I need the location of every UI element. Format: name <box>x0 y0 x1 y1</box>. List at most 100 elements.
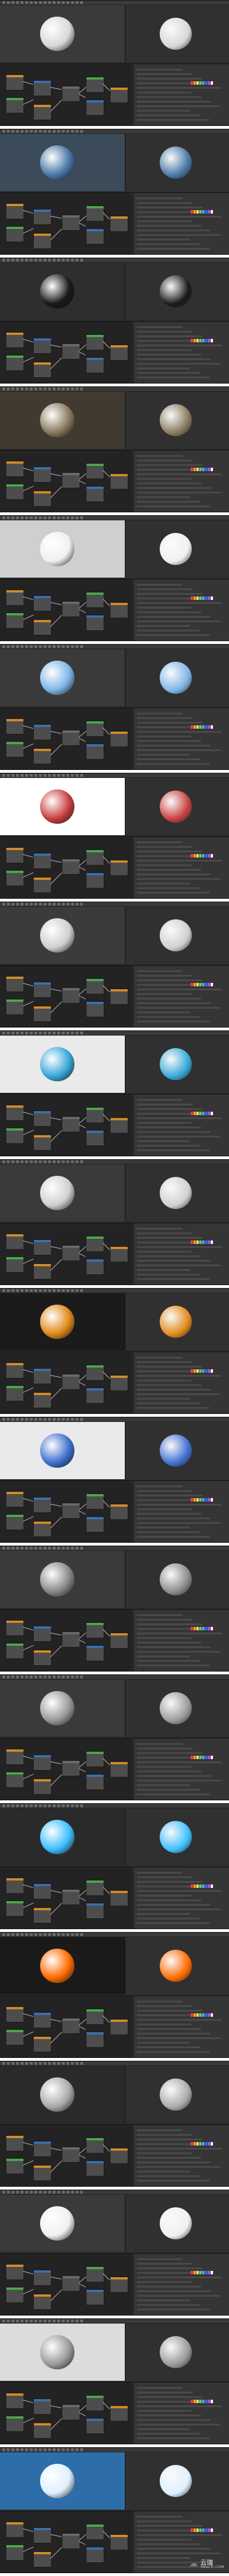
attribute-row[interactable] <box>137 2042 190 2044</box>
color-swatch[interactable] <box>199 2271 202 2274</box>
toolbar-icon[interactable] <box>7 2062 10 2065</box>
attribute-row[interactable] <box>137 105 220 107</box>
toolbar-icon[interactable] <box>62 1804 65 1807</box>
shader-node[interactable] <box>110 989 128 1005</box>
attribute-row[interactable] <box>137 1651 220 1653</box>
toolbar-icon[interactable] <box>53 1418 56 1421</box>
attribute-row[interactable] <box>137 110 190 112</box>
node-header[interactable] <box>34 1908 51 1910</box>
node-header[interactable] <box>6 75 23 77</box>
attribute-row[interactable] <box>137 975 192 977</box>
attribute-row[interactable] <box>137 607 191 609</box>
toolbar-icon[interactable] <box>21 1 23 4</box>
toolbar-icon[interactable] <box>57 388 60 390</box>
attribute-row[interactable] <box>137 2428 190 2430</box>
node-header[interactable] <box>6 2265 23 2267</box>
node-header[interactable] <box>62 2018 80 2021</box>
toolbar-icon[interactable] <box>7 1289 10 1292</box>
toolbar-icon[interactable] <box>76 1547 78 1550</box>
toolbar-icon[interactable] <box>30 2320 33 2322</box>
shader-node[interactable] <box>33 1907 52 1923</box>
attribute-row[interactable] <box>137 740 201 742</box>
toolbar-icon[interactable] <box>57 1676 60 1678</box>
shader-node[interactable] <box>86 1259 104 1275</box>
toolbar-icon[interactable] <box>76 774 78 777</box>
node-header[interactable] <box>62 2147 80 2150</box>
shader-node[interactable] <box>62 730 80 746</box>
attribute-row[interactable] <box>137 860 222 862</box>
attribute-row[interactable] <box>137 2553 220 2554</box>
toolbar-icon[interactable] <box>76 1032 78 1034</box>
toolbar-icon[interactable] <box>57 1933 60 1936</box>
toolbar-icon[interactable] <box>80 259 83 262</box>
shader-node[interactable] <box>62 2018 80 2034</box>
toolbar-icon[interactable] <box>57 1418 60 1421</box>
node-header[interactable] <box>34 982 51 985</box>
toolbar-icon[interactable] <box>71 1933 74 1936</box>
color-swatch[interactable] <box>211 1369 213 1373</box>
toolbar-icon[interactable] <box>80 2320 83 2322</box>
color-swatch[interactable] <box>199 1884 202 1888</box>
shader-node[interactable] <box>33 2270 52 2286</box>
shader-node[interactable] <box>110 731 128 747</box>
toolbar-icon[interactable] <box>71 2320 74 2322</box>
toolbar-icon[interactable] <box>71 388 74 390</box>
node-header[interactable] <box>62 215 80 218</box>
node-header[interactable] <box>6 2007 23 2009</box>
attribute-row[interactable] <box>137 1021 210 1022</box>
shader-node[interactable] <box>6 2545 24 2561</box>
shader-node[interactable] <box>110 216 128 232</box>
attribute-row[interactable] <box>137 119 210 121</box>
color-swatch[interactable] <box>202 81 204 85</box>
toolbar-icon[interactable] <box>57 1032 60 1034</box>
attribute-row[interactable] <box>137 1495 202 1496</box>
color-swatch[interactable] <box>196 1627 199 1630</box>
node-header[interactable] <box>34 878 51 880</box>
color-swatch[interactable] <box>202 2528 204 2532</box>
node-header[interactable] <box>86 1646 104 1648</box>
color-swatch[interactable] <box>208 468 210 471</box>
shader-node[interactable] <box>6 2393 24 2409</box>
toolbar-icon[interactable] <box>2 903 5 906</box>
toolbar-icon[interactable] <box>25 1676 28 1678</box>
color-swatch[interactable] <box>199 1369 202 1373</box>
color-swatch[interactable] <box>205 2142 207 2146</box>
toolbar-icon[interactable] <box>16 1032 19 1034</box>
toolbar-icon[interactable] <box>25 1160 28 1163</box>
attribute-row[interactable] <box>137 2166 220 2168</box>
node-header[interactable] <box>34 2552 51 2554</box>
toolbar-icon[interactable] <box>44 1933 46 1936</box>
toolbar-icon[interactable] <box>34 2191 37 2194</box>
color-swatch[interactable] <box>208 2142 210 2146</box>
shader-node[interactable] <box>62 1374 80 1390</box>
node-editor[interactable] <box>0 1867 132 1929</box>
attribute-row[interactable] <box>137 1748 192 1749</box>
node-header[interactable] <box>110 1376 128 1378</box>
toolbar-icon[interactable] <box>48 774 51 777</box>
shader-node[interactable] <box>6 718 24 734</box>
attribute-row[interactable] <box>137 2180 210 2182</box>
shader-node[interactable] <box>6 74 24 90</box>
attribute-row[interactable] <box>137 1775 211 1777</box>
color-swatch[interactable] <box>191 1884 193 1888</box>
color-swatch[interactable] <box>196 2142 199 2146</box>
node-header[interactable] <box>86 487 104 489</box>
shader-node[interactable] <box>33 1883 52 1899</box>
toolbar-icon[interactable] <box>7 516 10 519</box>
shader-node[interactable] <box>33 2165 52 2181</box>
node-header[interactable] <box>6 355 23 358</box>
toolbar-icon[interactable] <box>53 2320 56 2322</box>
node-header[interactable] <box>6 204 23 206</box>
attribute-row[interactable] <box>137 970 183 972</box>
attribute-row[interactable] <box>137 1752 202 1754</box>
attribute-row[interactable] <box>137 349 191 351</box>
node-header[interactable] <box>34 1522 51 1524</box>
attribute-row[interactable] <box>137 1784 190 1786</box>
attribute-row[interactable] <box>137 2171 190 2172</box>
color-swatch[interactable] <box>196 81 199 85</box>
node-header[interactable] <box>6 2287 23 2290</box>
shader-node[interactable] <box>33 1755 52 1771</box>
toolbar-icon[interactable] <box>48 516 51 519</box>
attribute-row[interactable] <box>137 1646 211 1648</box>
toolbar-icon[interactable] <box>71 903 74 906</box>
